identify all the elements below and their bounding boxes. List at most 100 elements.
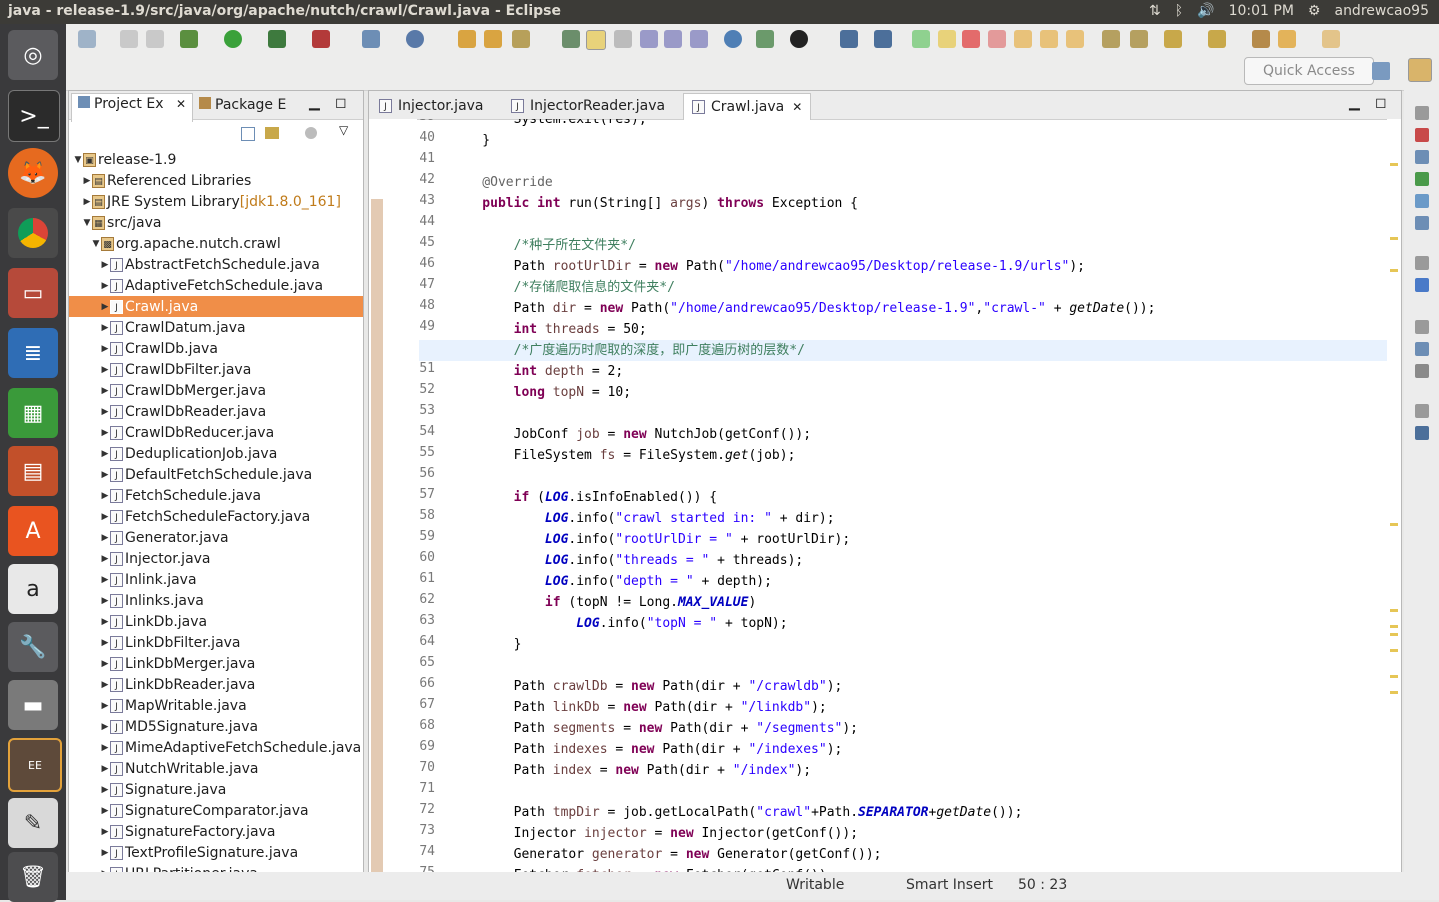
warning-marker[interactable] — [1390, 649, 1398, 652]
code-line[interactable]: int threads = 50; — [451, 319, 647, 340]
external-tools-icon[interactable] — [312, 30, 330, 48]
restore-icon[interactable] — [1415, 256, 1429, 270]
maximize-icon[interactable]: ◻ — [335, 95, 347, 111]
code-line[interactable]: JobConf job = new NutchJob(getConf()); — [451, 424, 811, 445]
console-icon[interactable] — [1415, 426, 1429, 440]
collapsed-arrow-icon[interactable]: ▶ — [100, 428, 110, 438]
view-menu-icon[interactable]: ▽ — [339, 123, 348, 137]
collapsed-arrow-icon[interactable]: ▶ — [100, 365, 110, 375]
suspend-icon[interactable] — [938, 30, 956, 48]
minimize-icon[interactable]: ▁ — [1349, 95, 1360, 111]
collapsed-arrow-icon[interactable]: ▶ — [100, 575, 110, 585]
collapsed-arrow-icon[interactable]: ▶ — [100, 827, 110, 837]
tree-item[interactable]: ▶ J CrawlDbFilter.java — [69, 359, 363, 380]
warning-marker[interactable] — [1390, 691, 1398, 694]
code-line[interactable]: Injector injector = new Injector(getConf… — [451, 823, 858, 844]
java-perspective-icon[interactable] — [1408, 58, 1432, 82]
collapsed-arrow-icon[interactable]: ▶ — [100, 323, 110, 333]
code-line[interactable]: LOG.info("topN = " + topN); — [451, 613, 787, 634]
tree-item[interactable]: ▶ J LinkDbFilter.java — [69, 632, 363, 653]
collapsed-arrow-icon[interactable]: ▶ — [100, 554, 110, 564]
calc-icon[interactable]: ▦ — [8, 388, 58, 438]
tree-item[interactable]: ▶ J AdaptiveFetchSchedule.java — [69, 275, 363, 296]
code-line[interactable]: Generator generator = new Generator(getC… — [451, 844, 882, 865]
tree-item[interactable]: ▼ ▦ src/java — [69, 212, 363, 233]
expanded-arrow-icon[interactable]: ▼ — [82, 218, 92, 228]
tree-item[interactable]: ▶ J LinkDbReader.java — [69, 674, 363, 695]
terminate-icon[interactable] — [962, 30, 980, 48]
close-icon[interactable]: ✕ — [176, 97, 186, 111]
tree-item[interactable]: ▶ J FetchScheduleFactory.java — [69, 506, 363, 527]
code-line[interactable]: if (LOG.isInfoEnabled()) { — [451, 487, 718, 508]
code-line[interactable]: /*种子所在文件夹*/ — [451, 235, 636, 256]
code-line[interactable]: } — [451, 634, 522, 655]
code-line[interactable]: Path dir = new Path("/home/andrewcao95/D… — [451, 298, 1156, 319]
code-line[interactable]: Path index = new Path(dir + "/index"); — [451, 760, 811, 781]
web-browser-icon[interactable] — [724, 30, 742, 48]
writer-icon[interactable]: ≣ — [8, 328, 58, 378]
new-java-project-icon[interactable] — [362, 30, 380, 48]
tab-injector-reader[interactable]: J InjectorReader.java — [503, 94, 673, 118]
word-wrap-icon[interactable] — [664, 30, 682, 48]
network-icon[interactable]: ⇅ — [1149, 3, 1161, 19]
tree-item[interactable]: ▶ J Inlinks.java — [69, 590, 363, 611]
tree-item[interactable]: ▶ J LinkDbMerger.java — [69, 653, 363, 674]
warning-marker[interactable] — [1390, 163, 1398, 166]
block-select-icon[interactable] — [614, 30, 632, 48]
forward-icon[interactable] — [1322, 30, 1340, 48]
files-icon[interactable]: ▭ — [8, 268, 58, 318]
expanded-arrow-icon[interactable]: ▼ — [73, 155, 83, 165]
collapsed-arrow-icon[interactable]: ▶ — [100, 638, 110, 648]
drive-icon[interactable]: ▬ — [8, 680, 58, 730]
warning-marker[interactable] — [1390, 633, 1398, 636]
collapsed-arrow-icon[interactable]: ▶ — [100, 701, 110, 711]
tab-project-explorer[interactable]: Project Ex ✕ — [71, 93, 193, 122]
impress-icon[interactable]: ▤ — [8, 446, 58, 496]
code-line[interactable]: System.exit(res); — [451, 119, 647, 130]
collapsed-arrow-icon[interactable]: ▶ — [100, 743, 110, 753]
open-type-icon[interactable] — [458, 30, 476, 48]
tree-item[interactable]: ▶ J Signature.java — [69, 779, 363, 800]
tree-item[interactable]: ▼ ▩ org.apache.nutch.crawl — [69, 233, 363, 254]
code-line[interactable]: long topN = 10; — [451, 382, 631, 403]
tree-item[interactable]: ▶ J TextProfileSignature.java — [69, 842, 363, 863]
collapsed-arrow-icon[interactable]: ▶ — [100, 848, 110, 858]
pin-icon[interactable] — [874, 30, 892, 48]
warning-marker[interactable] — [1390, 523, 1398, 526]
tree-item[interactable]: ▶ J LinkDb.java — [69, 611, 363, 632]
problems-icon[interactable] — [1415, 342, 1429, 356]
code-line[interactable]: Path tmpDir = job.getLocalPath("crawl"+P… — [451, 802, 1023, 823]
tree-item[interactable]: ▶ J MimeAdaptiveFetchSchedule.java — [69, 737, 363, 758]
next-edit-icon[interactable] — [1164, 30, 1182, 48]
warning-marker[interactable] — [1390, 625, 1398, 628]
restore-icon[interactable] — [1415, 320, 1429, 334]
collapsed-arrow-icon[interactable]: ▶ — [100, 386, 110, 396]
tree-item[interactable]: ▶ J AbstractFetchSchedule.java — [69, 254, 363, 275]
eclipse-ide-icon[interactable]: EE — [8, 738, 62, 792]
task-list-icon[interactable] — [1415, 128, 1429, 142]
code-line[interactable]: LOG.info("crawl started in: " + dir); — [451, 508, 835, 529]
help-icon[interactable] — [1415, 278, 1429, 292]
tree-item[interactable]: ▶ J NutchWritable.java — [69, 758, 363, 779]
tree-item[interactable]: ▶ J MapWritable.java — [69, 695, 363, 716]
tree-item[interactable]: ▶ J SignatureFactory.java — [69, 821, 363, 842]
collapsed-arrow-icon[interactable]: ▶ — [100, 449, 110, 459]
clock[interactable]: 10:01 PM — [1229, 3, 1294, 19]
tree-item[interactable]: ▶ J Inlink.java — [69, 569, 363, 590]
tree-item[interactable]: ▶ J CrawlDbReader.java — [69, 401, 363, 422]
toggle-mark-icon[interactable] — [562, 30, 580, 48]
minimize-icon[interactable]: ▁ — [309, 95, 320, 111]
collapsed-arrow-icon[interactable]: ▶ — [100, 512, 110, 522]
open-resource-icon[interactable] — [484, 30, 502, 48]
map-icon[interactable] — [1415, 172, 1429, 186]
tree-item[interactable]: ▶ J Crawl.java — [69, 296, 363, 317]
chrome-icon[interactable] — [8, 208, 58, 258]
code-line[interactable]: LOG.info("threads = " + threads); — [451, 550, 803, 571]
prev-edit-icon[interactable] — [1208, 30, 1226, 48]
run-icon[interactable] — [224, 30, 242, 48]
code-line[interactable]: LOG.info("depth = " + depth); — [451, 571, 772, 592]
tree-item[interactable]: ▶ J CrawlDb.java — [69, 338, 363, 359]
open-perspective-icon[interactable] — [1372, 62, 1390, 80]
focus-icon[interactable] — [305, 127, 317, 139]
gear-icon[interactable]: ⚙ — [1308, 3, 1321, 19]
